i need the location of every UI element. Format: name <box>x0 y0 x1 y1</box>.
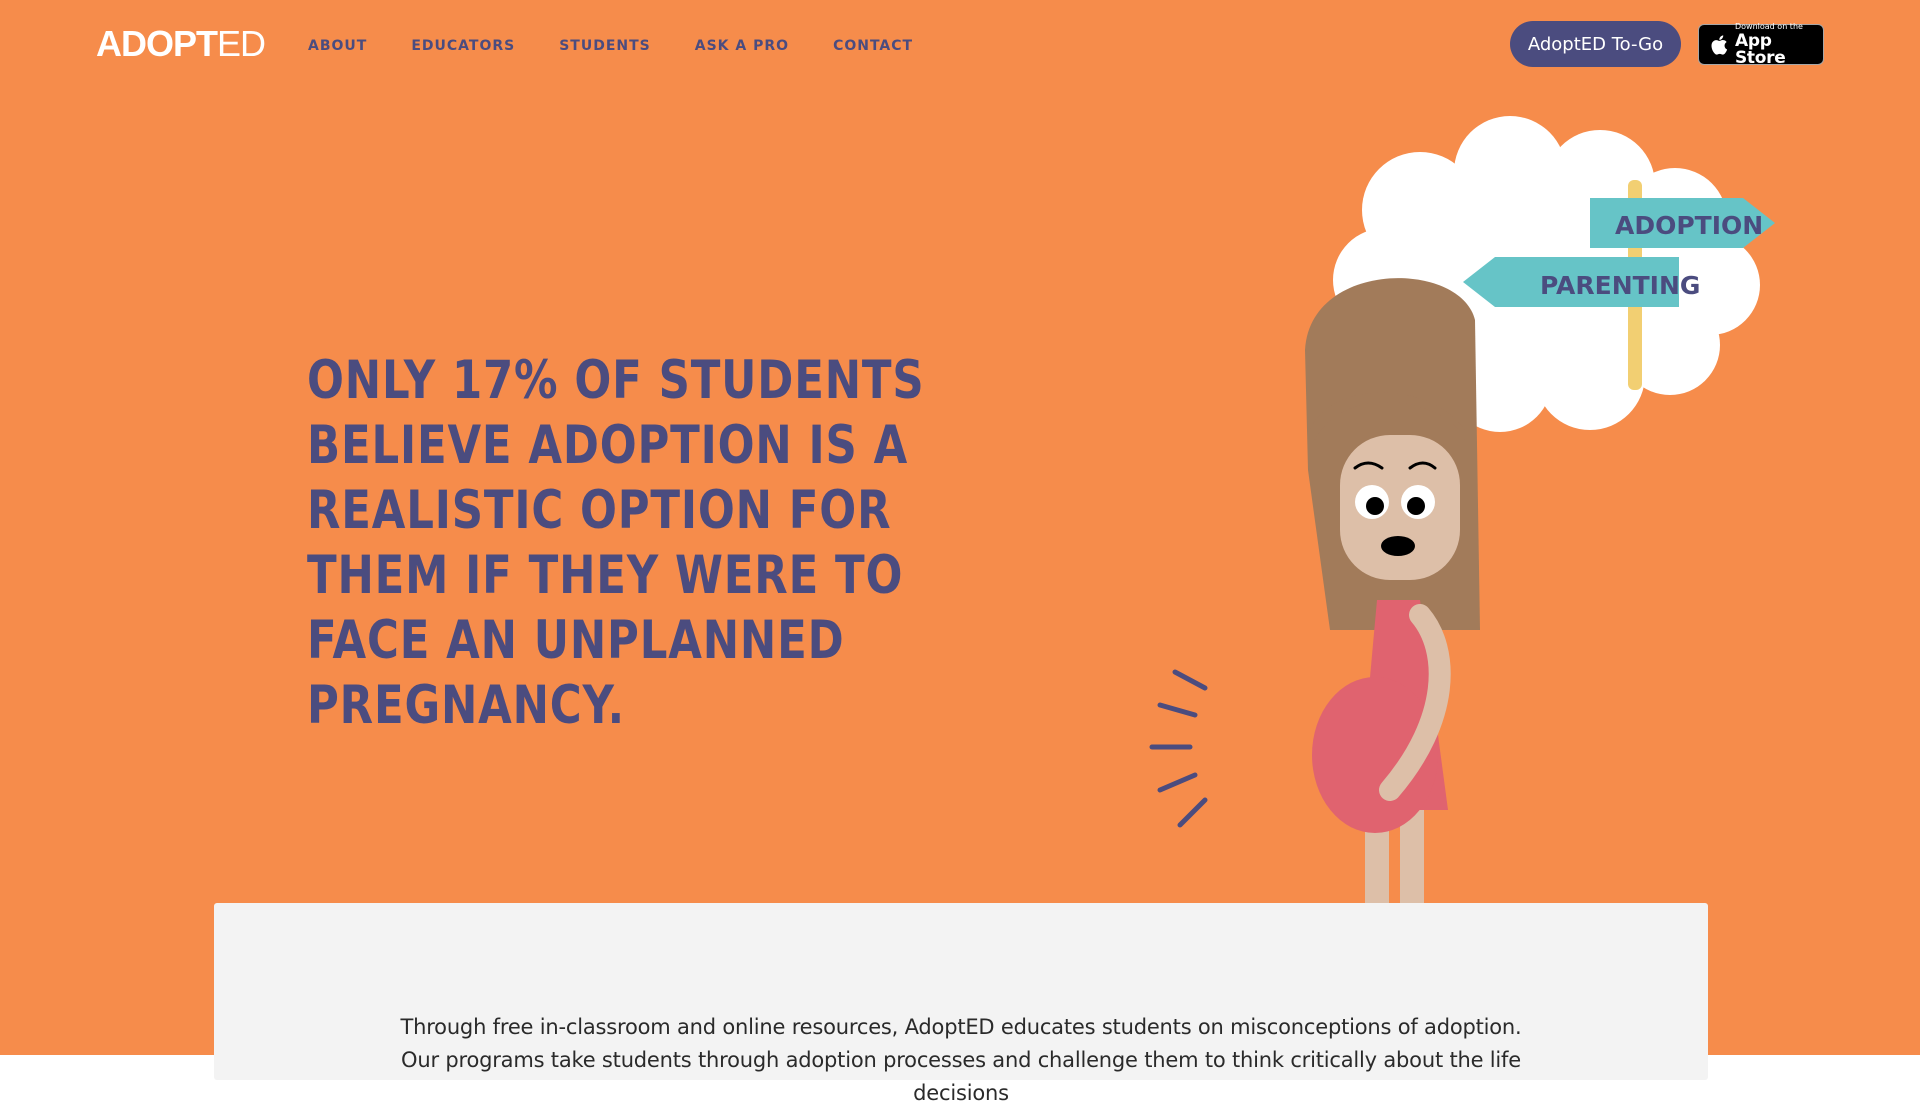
adopted-logo[interactable]: ADOPT ED <box>96 24 266 64</box>
intro-text: Through free in-classroom and online res… <box>400 1015 1522 1105</box>
nav-students[interactable]: STUDENTS <box>559 38 651 54</box>
sign-adoption: ADOPTION <box>1615 211 1763 240</box>
hero-section: ADOPT ED ABOUT EDUCATORS STUDENTS ASK A P… <box>0 0 1920 1055</box>
appstore-small-label: Download on the <box>1734 21 1803 31</box>
apple-icon <box>1711 34 1728 55</box>
nav-about[interactable]: ABOUT <box>308 38 367 54</box>
girl-figure <box>1149 278 1480 910</box>
hero-headline: ONLY 17% OF STUDENTS BELIEVE ADOPTION IS… <box>307 350 925 736</box>
sign-parenting: PARENTING <box>1540 271 1700 300</box>
intro-card: Through free in-classroom and online res… <box>214 903 1708 1105</box>
adopted-to-go-button[interactable]: AdoptED To-Go <box>1510 21 1681 67</box>
appstore-big-label: App Store <box>1734 30 1786 68</box>
nav-educators[interactable]: EDUCATORS <box>411 38 515 54</box>
nav-contact[interactable]: CONTACT <box>833 38 913 54</box>
main-nav: ABOUT EDUCATORS STUDENTS ASK A PRO CONTA… <box>308 34 913 58</box>
app-store-badge[interactable]: Download on the App Store <box>1698 21 1824 68</box>
hero-illustration: ADOPTION PARENTING <box>1149 116 1775 910</box>
nav-ask-a-pro[interactable]: ASK A PRO <box>695 38 789 54</box>
